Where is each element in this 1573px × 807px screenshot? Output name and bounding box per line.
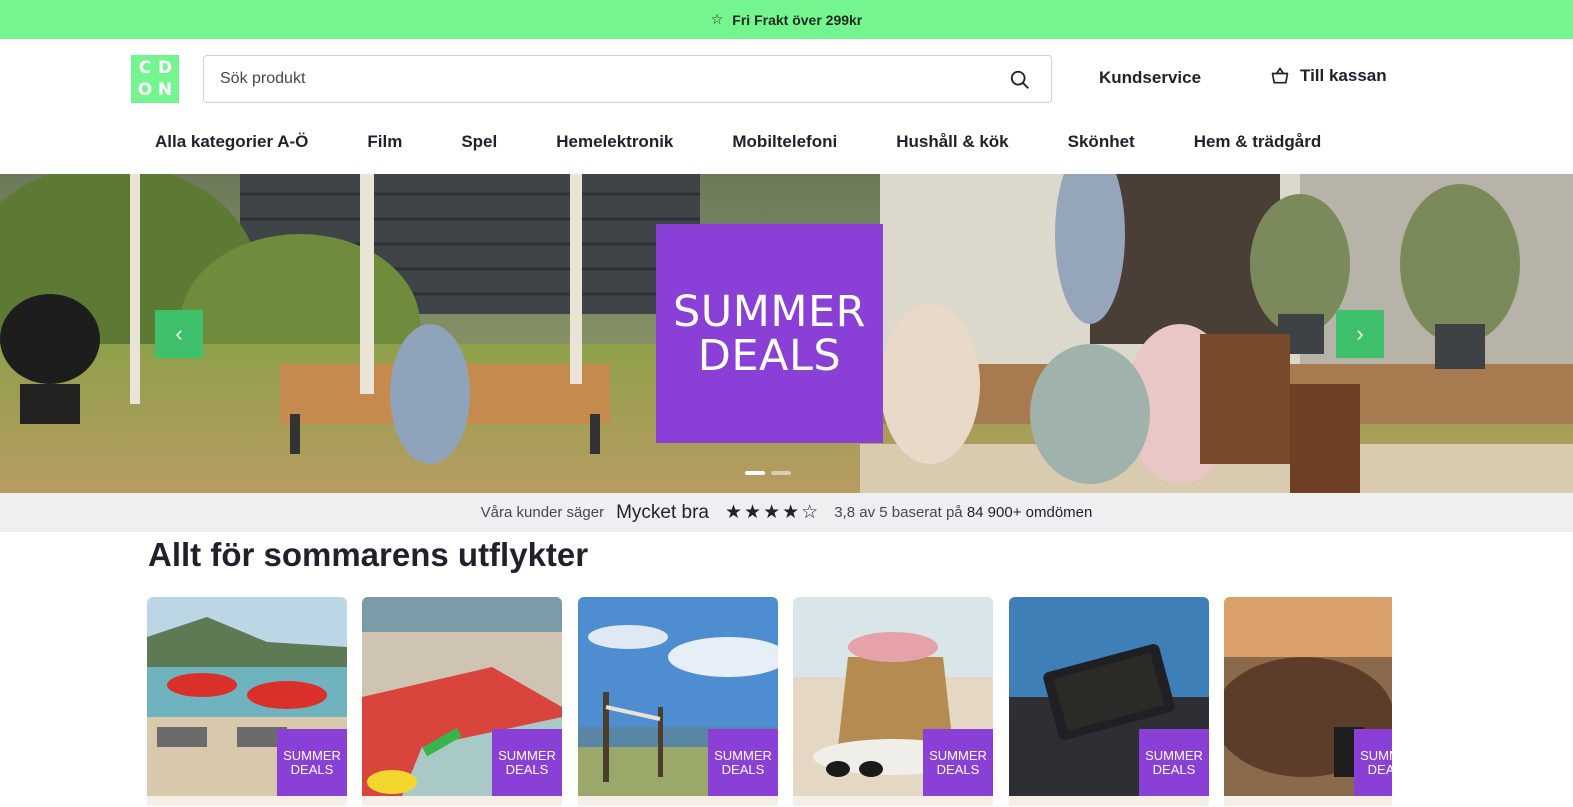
summer-deals-badge[interactable]: SUMMER DEALS xyxy=(656,224,883,443)
nav-item-mobiltelefoni[interactable]: Mobiltelefoni xyxy=(732,132,837,152)
nav-item-hushall-kok[interactable]: Hushåll & kök xyxy=(896,132,1008,152)
summer-deals-tag: SUMMER DEALS xyxy=(492,729,562,796)
carousel-dot[interactable] xyxy=(771,471,791,475)
rating-score: 3,8 av 5 baserat på 84 900+ omdömen xyxy=(834,504,1092,521)
logo-letter: O xyxy=(137,80,153,100)
category-nav: Alla kategorier A-Ö Film Spel Hemelektro… xyxy=(0,118,1573,174)
nav-item-all-categories[interactable]: Alla kategorier A-Ö xyxy=(155,132,308,152)
summer-deals-tag: SUMMER DEALS xyxy=(277,729,347,796)
summer-deals-tag: SUMMER DEALS xyxy=(1139,729,1209,796)
summer-deals-tag: SUMMER DEALS xyxy=(708,729,778,796)
tag-line-1: SUMMER xyxy=(1360,747,1392,763)
summer-deals-tag: SUMMER DEALS xyxy=(1354,729,1392,796)
tag-line-2: DEALS xyxy=(1152,761,1196,777)
card-base xyxy=(362,796,562,806)
rating-score-text: 3,8 av 5 baserat på xyxy=(834,504,963,521)
search-box xyxy=(203,55,1052,103)
tag-line-2: DEALS xyxy=(721,761,765,777)
rating-stars: ★ ★ ★ ★ ☆ xyxy=(725,503,820,522)
checkout-button[interactable]: Till kassan xyxy=(1270,66,1387,86)
product-card[interactable]: SUMMER DEALS xyxy=(578,597,778,796)
tag-line-1: SUMMER xyxy=(498,747,556,763)
tag-line-1: SUMMER xyxy=(714,747,772,763)
star-filled-icon: ★ xyxy=(782,502,800,523)
hero-carousel[interactable]: SUMMER DEALS ‹ › xyxy=(0,174,1573,493)
product-card[interactable]: SUMMER DEALS xyxy=(793,597,993,796)
tag-line-1: SUMMER xyxy=(1145,747,1203,763)
star-filled-icon: ★ xyxy=(724,502,743,523)
logo-letter: D xyxy=(157,58,173,78)
nav-item-film[interactable]: Film xyxy=(367,132,402,152)
nav-item-spel[interactable]: Spel xyxy=(461,132,497,152)
card-base xyxy=(578,796,778,806)
rating-verdict: Mycket bra xyxy=(616,501,709,523)
carousel-prev-button[interactable]: ‹ xyxy=(155,310,203,358)
chevron-right-icon: › xyxy=(1356,321,1364,346)
summer-deals-tag: SUMMER DEALS xyxy=(923,729,993,796)
carousel-dots xyxy=(745,471,797,475)
badge-line-1: SUMMER xyxy=(672,286,866,337)
cdon-logo[interactable]: C D O N xyxy=(131,55,179,103)
search-input[interactable] xyxy=(204,56,984,102)
tag-line-2: DEALS xyxy=(290,761,334,777)
section-title: Allt för sommarens utflykter xyxy=(148,536,589,573)
trustpilot-rating: Våra kunder säger Mycket bra ★ ★ ★ ★ ☆ 3… xyxy=(0,493,1573,532)
tag-line-1: SUMMER xyxy=(283,747,341,763)
basket-icon xyxy=(1271,67,1289,84)
star-icon: ☆ xyxy=(710,11,724,27)
tag-line-2: DEALS xyxy=(936,761,980,777)
product-card[interactable]: SUMMER DEALS xyxy=(1224,597,1392,796)
tag-line-2: DEALS xyxy=(505,761,549,777)
logo-letter: C xyxy=(138,58,152,78)
chevron-left-icon: ‹ xyxy=(175,321,183,346)
card-base xyxy=(147,796,347,806)
carousel-next-button[interactable]: › xyxy=(1336,310,1384,358)
search-icon[interactable] xyxy=(1009,69,1031,91)
rating-review-count: 84 900+ omdömen xyxy=(966,504,1093,521)
card-base xyxy=(793,796,993,806)
badge-line-2: DEALS xyxy=(697,330,842,381)
nav-item-hemelektronik[interactable]: Hemelektronik xyxy=(556,132,673,152)
card-base xyxy=(1224,796,1392,806)
star-filled-icon: ★ xyxy=(763,502,781,523)
star-empty-icon: ☆ xyxy=(801,502,819,523)
carousel-dot-active[interactable] xyxy=(745,471,765,475)
promo-bar: ☆ Fri Frakt över 299kr xyxy=(0,0,1573,39)
promo-text: Fri Frakt över 299kr xyxy=(732,11,863,28)
product-carousel: SUMMER DEALS SUMMER DEALS SUMMER DEALS S… xyxy=(147,597,1392,807)
product-card[interactable]: SUMMER DEALS xyxy=(1009,597,1209,796)
header: C D O N Kundservice Till kassan xyxy=(0,39,1573,118)
checkout-label: Till kassan xyxy=(1300,66,1387,85)
tag-line-2: DEALS xyxy=(1367,761,1392,777)
rating-prefix: Våra kunder säger xyxy=(480,504,605,521)
star-filled-icon: ★ xyxy=(744,502,762,523)
nav-item-skonhet[interactable]: Skönhet xyxy=(1068,132,1135,152)
product-card[interactable]: SUMMER DEALS xyxy=(147,597,347,796)
card-base xyxy=(1009,796,1209,806)
tag-line-1: SUMMER xyxy=(929,747,987,763)
customer-service-link[interactable]: Kundservice xyxy=(1099,68,1201,88)
nav-item-hem-tradgard[interactable]: Hem & trädgård xyxy=(1194,132,1322,152)
logo-letter: N xyxy=(157,80,173,100)
product-card[interactable]: SUMMER DEALS xyxy=(362,597,562,796)
